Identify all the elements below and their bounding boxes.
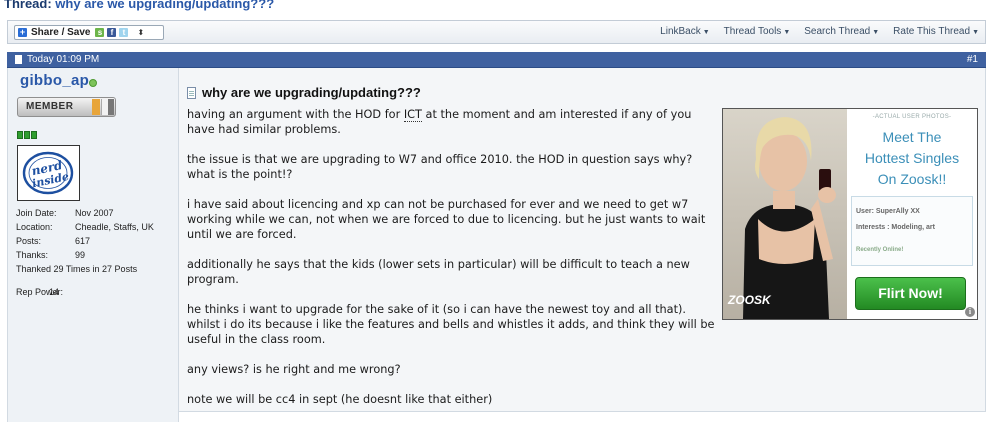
search-thread-menu[interactable]: Search Thread ▼ bbox=[804, 26, 879, 37]
share-icon[interactable]: s bbox=[95, 28, 105, 37]
advertisement[interactable]: ZOOSK -ACTUAL USER PHOTOS- Meet The Hott… bbox=[722, 108, 978, 320]
thread-toolbar: + Share / Save s f t ⬍ LinkBack ▼ Thread … bbox=[7, 20, 986, 44]
ad-text-panel: -ACTUAL USER PHOTOS- Meet The Hottest Si… bbox=[847, 109, 977, 319]
share-save-button[interactable]: + Share / Save s f t ⬍ bbox=[14, 25, 164, 40]
reputation-icons bbox=[17, 131, 38, 139]
post-header-bar: Today 01:09 PM #1 bbox=[7, 52, 986, 68]
thread-tools-menu: LinkBack ▼ Thread Tools ▼ Search Thread ▼ R… bbox=[646, 26, 979, 37]
post-paragraph: any views? is he right and me wrong? bbox=[187, 363, 401, 376]
dropdown-arrow-icon: ▼ bbox=[702, 29, 710, 36]
thread-tools-label: Thread Tools bbox=[723, 26, 782, 37]
post-paragraph: i have said about licencing and xp can n… bbox=[187, 198, 706, 241]
thread-tools-dropdown[interactable]: Thread Tools ▼ bbox=[724, 26, 791, 37]
rank-label: MEMBER bbox=[26, 101, 74, 112]
rank-bar bbox=[108, 99, 114, 115]
updown-arrow-icon: ⬍ bbox=[137, 28, 145, 37]
facebook-icon[interactable]: f bbox=[107, 28, 117, 37]
post-text: having an argument with the HOD for bbox=[187, 108, 404, 121]
post-body: having an argument with the HOD for ICT … bbox=[187, 107, 717, 422]
rank-badge: MEMBER bbox=[17, 97, 116, 117]
ad-photo bbox=[723, 109, 847, 319]
reputation-pip-icon bbox=[17, 131, 23, 139]
zoosk-logo: ZOOSK bbox=[728, 293, 771, 307]
post-paragraph: having an argument with the HOD for ICT … bbox=[187, 107, 717, 137]
rate-thread-label: Rate This Thread bbox=[893, 26, 971, 37]
stat-label: Posts: bbox=[16, 236, 42, 246]
stat-thanked: Thanked 29 Times in 27 Posts bbox=[16, 264, 137, 274]
ad-profile-box: User: SuperAlly XX Interests : Modeling,… bbox=[851, 196, 973, 266]
ad-headline: Meet The Hottest Singles On Zoosk!! bbox=[847, 127, 977, 190]
ict-abbreviation[interactable]: ICT bbox=[403, 108, 422, 122]
stat-thanked-text: Thanked 29 Times in 27 Posts bbox=[16, 264, 138, 274]
linkback-menu[interactable]: LinkBack ▼ bbox=[660, 26, 710, 37]
linkback-label: LinkBack bbox=[660, 26, 701, 37]
reputation-pip-icon bbox=[24, 131, 30, 139]
ad-small-caption: -ACTUAL USER PHOTOS- bbox=[872, 114, 952, 120]
username-link[interactable]: gibbo_ap bbox=[20, 72, 89, 89]
plus-icon: + bbox=[18, 27, 27, 37]
post-title: why are we upgrading/updating??? bbox=[187, 85, 421, 100]
nerd-inside-logo: nerd inside bbox=[22, 151, 74, 195]
flirt-now-button[interactable]: Flirt Now! bbox=[855, 277, 966, 310]
post-date: Today 01:09 PM bbox=[27, 54, 100, 65]
post-paragraph: note we will be cc4 in sept (he doesnt l… bbox=[187, 393, 493, 406]
document-icon bbox=[187, 86, 196, 99]
dropdown-arrow-icon: ▼ bbox=[783, 29, 791, 36]
online-status-icon bbox=[89, 79, 97, 87]
stat-value: Cheadle, Staffs, UK bbox=[75, 222, 154, 232]
ad-headline-line: On Zoosk!! bbox=[877, 171, 947, 187]
twitter-icon[interactable]: t bbox=[119, 28, 129, 37]
rank-bar bbox=[92, 99, 100, 115]
post-paragraph: the issue is that we are upgrading to W7… bbox=[187, 153, 693, 181]
thread-title: Thread: why are we upgrading/updating??? bbox=[4, 0, 274, 11]
stat-value: 14 bbox=[49, 287, 60, 297]
rate-thread-menu[interactable]: Rate This Thread ▼ bbox=[893, 26, 979, 37]
search-thread-label: Search Thread bbox=[804, 26, 871, 37]
reputation-pip-icon bbox=[31, 131, 37, 139]
post-title-text: why are we upgrading/updating??? bbox=[202, 85, 421, 100]
post-paragraph: additionally he says that the kids (lowe… bbox=[187, 258, 690, 286]
dropdown-arrow-icon: ▼ bbox=[972, 29, 979, 36]
thread-title-link[interactable]: why are we upgrading/updating??? bbox=[55, 0, 274, 11]
share-save-label: Share / Save bbox=[31, 27, 91, 38]
ad-headline-line: Meet The bbox=[882, 129, 942, 145]
ad-info-icon[interactable]: i bbox=[965, 307, 975, 317]
thread-title-prefix: Thread: bbox=[4, 0, 52, 11]
ad-recent: Recently Online! bbox=[856, 247, 904, 253]
post-page-icon bbox=[15, 55, 22, 64]
rank-bar bbox=[101, 99, 108, 115]
stat-value: Nov 2007 bbox=[75, 208, 114, 218]
dropdown-arrow-icon: ▼ bbox=[872, 29, 880, 36]
stat-label: Thanks: bbox=[16, 250, 49, 260]
stat-label: Join Date: bbox=[16, 208, 57, 218]
post-number-link[interactable]: #1 bbox=[967, 54, 978, 65]
ad-user: User: SuperAlly XX bbox=[856, 208, 920, 215]
stat-label: Location: bbox=[16, 222, 53, 232]
ad-interests: Interests : Modeling, art bbox=[856, 224, 935, 231]
avatar[interactable]: nerd inside bbox=[17, 145, 80, 201]
ad-headline-line: Hottest Singles bbox=[864, 150, 960, 166]
stat-value: 99 bbox=[75, 250, 86, 260]
post-paragraph: he thinks i want to upgrade for the sake… bbox=[187, 303, 715, 346]
stat-value: 617 bbox=[75, 236, 91, 246]
